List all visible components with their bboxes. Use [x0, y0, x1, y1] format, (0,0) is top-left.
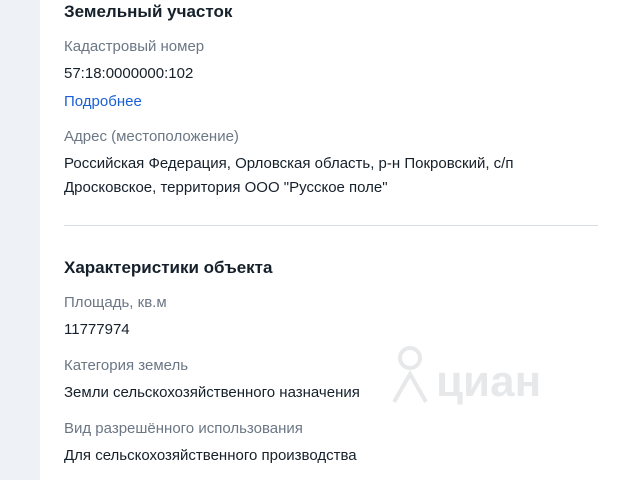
land-category-label: Категория земель: [64, 357, 189, 374]
permitted-use-value: Для сельскохозяйственного производства: [64, 447, 357, 464]
land-category-value: Земли сельскохозяйственного назначения: [64, 384, 360, 401]
section-divider: [64, 225, 598, 226]
land-plot-title: Земельный участок: [64, 2, 233, 21]
cian-logo-icon: [392, 346, 428, 403]
area-label: Площадь, кв.м: [64, 294, 167, 311]
cadastral-number-value: 57:18:0000000:102: [64, 65, 194, 82]
cian-watermark: циан: [392, 346, 541, 406]
address-label: Адрес (местоположение): [64, 128, 239, 145]
land-plot-card: Земельный участок Кадастровый номер 57:1…: [40, 0, 640, 480]
more-details-link[interactable]: Подробнее: [64, 93, 142, 110]
cadastral-number-label: Кадастровый номер: [64, 38, 205, 55]
permitted-use-label: Вид разрешённого использования: [64, 420, 303, 437]
address-line-2: Дросковское, территория ООО "Русское пол…: [64, 179, 388, 196]
address-line-1: Российская Федерация, Орловская область,…: [64, 155, 514, 172]
cian-watermark-text: циан: [436, 357, 541, 406]
area-value: 11777974: [64, 321, 130, 338]
characteristics-title: Характеристики объекта: [64, 258, 273, 277]
